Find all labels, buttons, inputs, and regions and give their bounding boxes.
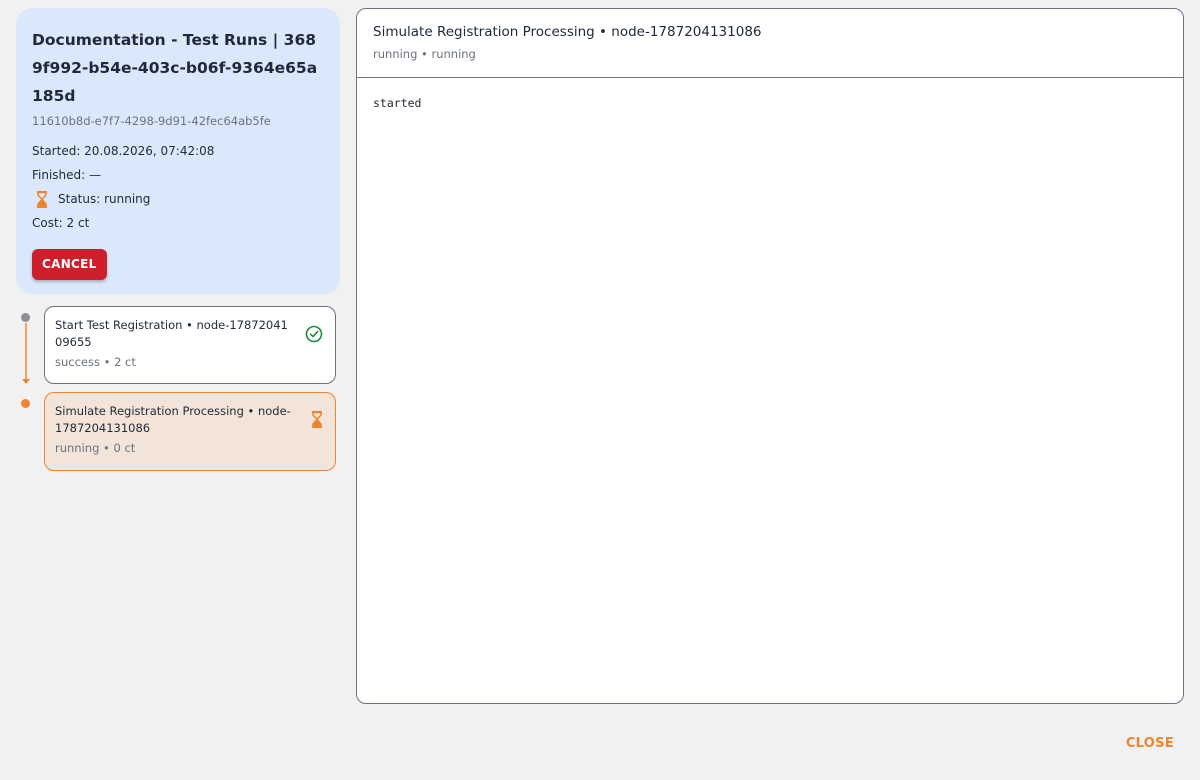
cancel-button[interactable]: CANCEL <box>32 249 107 280</box>
timeline-connector <box>25 323 27 381</box>
step-detail-panel: Simulate Registration Processing • node-… <box>356 8 1184 704</box>
timeline-dot-completed <box>21 313 30 322</box>
step-subtitle: success • 2 ct <box>55 355 136 369</box>
hourglass-icon <box>312 411 322 428</box>
timeline-arrow-icon <box>22 379 30 384</box>
started-time: Started: 20.08.2026, 07:42:08 <box>32 144 215 158</box>
hourglass-icon <box>37 190 47 208</box>
detail-subtitle: running • running <box>373 47 476 61</box>
run-info-card: Documentation - Test Runs | 3689f992-b54… <box>16 8 340 294</box>
run-title: Documentation - Test Runs | 3689f992-b54… <box>32 31 318 105</box>
close-button[interactable]: CLOSE <box>1126 736 1174 751</box>
status-text: Status: running <box>58 192 151 206</box>
detail-title: Simulate Registration Processing • node-… <box>373 24 762 40</box>
step-card-start-test-registration[interactable]: Start Test Registration • node-178720410… <box>44 306 336 384</box>
run-details-dialog: Documentation - Test Runs | 3689f992-b54… <box>0 0 1200 780</box>
step-card-simulate-registration[interactable]: Simulate Registration Processing • node-… <box>44 392 336 471</box>
finished-time: Finished: — <box>32 168 102 182</box>
cost-text: Cost: 2 ct <box>32 216 90 230</box>
timeline-dot-running <box>21 399 30 408</box>
left-column: Documentation - Test Runs | 3689f992-b54… <box>16 8 340 471</box>
status-row: Status: running <box>32 187 324 211</box>
detail-header: Simulate Registration Processing • node-… <box>357 9 1183 78</box>
run-id: 11610b8d-e7f7-4298-9d91-42fec64ab5fe <box>32 114 271 128</box>
step-subtitle: running • 0 ct <box>55 441 136 455</box>
check-circle-icon <box>305 325 323 343</box>
log-output: started <box>373 96 422 110</box>
step-title: Start Test Registration • node-178720410… <box>55 318 288 349</box>
step-title: Simulate Registration Processing • node-… <box>55 404 291 435</box>
detail-log-area[interactable]: started <box>357 78 1183 128</box>
